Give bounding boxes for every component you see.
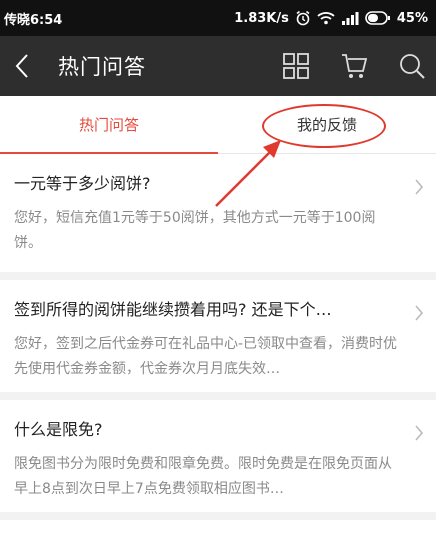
list-item-partial[interactable] [0,520,436,550]
grid-icon[interactable] [282,52,310,80]
network-speed: 1.83K/s [234,10,289,26]
tab-popular-qa[interactable]: 热门问答 [0,96,218,154]
signal-icon [341,11,359,25]
app-header: 热门问答 [0,36,436,96]
list-item[interactable]: 一元等于多少阅饼? 您好，短信充值1元等于50阅饼，其他方式一元等于100阅饼。 [0,154,436,272]
qa-list: 一元等于多少阅饼? 您好，短信充值1元等于50阅饼，其他方式一元等于100阅饼。… [0,154,436,550]
tab-popular-qa-label: 热门问答 [78,116,139,134]
battery-percent: 45% [396,10,428,26]
status-carrier-time: 传晓6:54 [4,12,63,28]
chevron-right-icon [414,304,424,326]
chevron-right-icon [414,424,424,446]
page-title: 热门问答 [58,55,146,79]
back-icon[interactable] [14,46,40,86]
status-bar: 传晓6:54 1.83K/s 45% [0,0,436,36]
annotation-circle [262,104,386,148]
answer-text: 您好，短信充值1元等于50阅饼，其他方式一元等于100阅饼。 [14,210,376,251]
battery-icon [365,11,391,25]
list-item[interactable]: 签到所得的阅饼能继续攒着用吗? 还是下个… 您好，签到之后代金券可在礼品中心-已… [0,280,436,392]
question-text: 签到所得的阅饼能继续攒着用吗? 还是下个… [14,300,332,319]
chevron-right-icon [414,178,424,200]
alarm-icon [295,10,311,26]
question-text: 什么是限免? [14,420,103,439]
answer-text: 您好，签到之后代金券可在礼品中心-已领取中查看，消费时优先使用代金券金额，代金券… [14,336,398,377]
question-text: 一元等于多少阅饼? [14,174,151,193]
wifi-icon [317,11,335,25]
search-icon[interactable] [398,52,426,80]
status-right: 1.83K/s 45% [234,10,428,26]
cart-icon[interactable] [340,52,368,80]
list-item[interactable]: 什么是限免? 限免图书分为限时免费和限章免费。限时免费是在限免页面从早上8点到次… [0,400,436,512]
answer-text: 限免图书分为限时免费和限章免费。限时免费是在限免页面从早上8点到次日早上7点免费… [14,456,392,497]
